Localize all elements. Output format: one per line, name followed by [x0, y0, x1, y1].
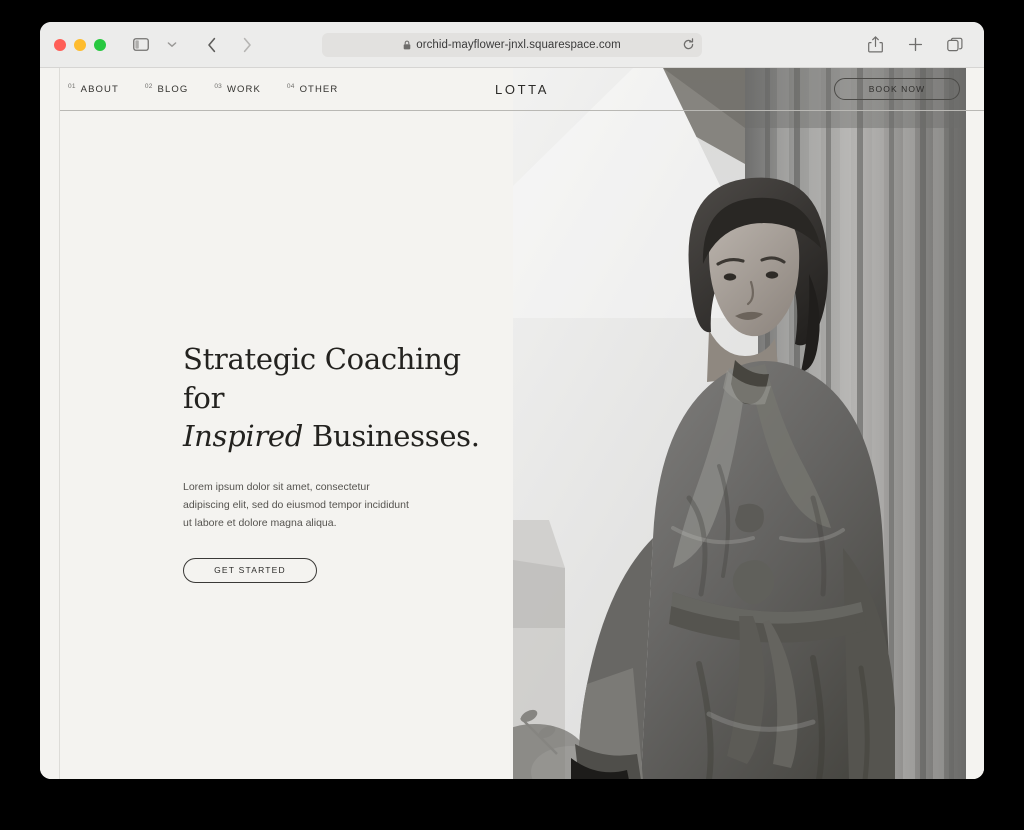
nav-item-blog[interactable]: 02 BLOG — [144, 82, 189, 95]
book-now-button[interactable]: BOOK NOW — [834, 78, 960, 100]
browser-window: orchid-mayflower-jnxl.squarespace.com St… — [40, 22, 984, 779]
navigation-buttons — [199, 34, 260, 56]
tab-overview-button[interactable] — [942, 34, 968, 56]
nav-label: WORK — [226, 83, 261, 95]
chevron-left-icon — [208, 37, 216, 52]
new-tab-button[interactable] — [902, 34, 928, 56]
tab-overview-icon — [947, 37, 963, 52]
nav-label: OTHER — [299, 83, 339, 95]
address-bar[interactable]: orchid-mayflower-jnxl.squarespace.com — [322, 32, 702, 57]
nav-number: 02 — [144, 82, 153, 90]
site-header: 01 ABOUT 02 BLOG 03 WORK 04 OTHER LOTTA … — [60, 68, 984, 111]
reload-icon — [683, 38, 693, 50]
minimize-button[interactable] — [74, 38, 86, 51]
hero-photo-graphic — [513, 68, 966, 779]
toolbar-actions — [862, 34, 968, 56]
hero-body-text: Lorem ipsum dolor sit amet, consectetur … — [183, 480, 409, 529]
page-left-rail — [40, 68, 60, 779]
website-content: Strategic Coaching for Inspired Businesse… — [60, 68, 984, 779]
back-button[interactable] — [199, 34, 225, 56]
sidebar-options-button[interactable] — [159, 34, 185, 56]
share-icon — [867, 36, 883, 53]
get-started-button[interactable]: GET STARTED — [183, 557, 317, 583]
nav-item-other[interactable]: 04 OTHER — [286, 82, 339, 95]
chevron-down-icon — [167, 42, 177, 47]
headline-line-one: Strategic Coaching for — [183, 342, 461, 415]
sidebar-controls — [128, 34, 185, 56]
lock-icon — [403, 40, 411, 49]
nav-label: ABOUT — [80, 83, 119, 95]
new-tab-icon — [908, 37, 922, 52]
browser-toolbar: orchid-mayflower-jnxl.squarespace.com — [40, 22, 984, 68]
nav-number: 01 — [68, 82, 76, 90]
forward-button[interactable] — [234, 34, 260, 56]
sidebar-icon — [133, 38, 149, 51]
site-navigation: 01 ABOUT 02 BLOG 03 WORK 04 OTHER — [68, 82, 339, 95]
hero-image-panel — [513, 68, 984, 779]
share-button[interactable] — [862, 34, 888, 56]
nav-number: 04 — [286, 82, 295, 90]
headline-line-two-rest: Businesses. — [303, 419, 480, 454]
headline-emphasis: Inspired — [183, 419, 304, 454]
hero-section: Strategic Coaching for Inspired Businesse… — [60, 68, 984, 779]
nav-number: 03 — [214, 82, 222, 90]
hero-headline: Strategic Coaching for Inspired Businesse… — [183, 340, 483, 456]
reload-button[interactable] — [680, 37, 696, 53]
nav-label: BLOG — [157, 83, 189, 95]
sidebar-toggle-button[interactable] — [128, 34, 154, 56]
hero-text-panel: Strategic Coaching for Inspired Businesse… — [60, 68, 513, 779]
nav-item-about[interactable]: 01 ABOUT — [68, 82, 119, 95]
nav-item-work[interactable]: 03 WORK — [214, 82, 261, 95]
address-bar-url: orchid-mayflower-jnxl.squarespace.com — [416, 38, 621, 51]
maximize-button[interactable] — [94, 38, 106, 51]
close-button[interactable] — [54, 38, 66, 51]
chevron-right-icon — [243, 37, 251, 52]
hero-copy: Strategic Coaching for Inspired Businesse… — [183, 340, 483, 583]
hero-photograph — [513, 68, 966, 779]
window-controls — [54, 38, 106, 51]
page-viewport: Strategic Coaching for Inspired Businesse… — [40, 68, 984, 779]
